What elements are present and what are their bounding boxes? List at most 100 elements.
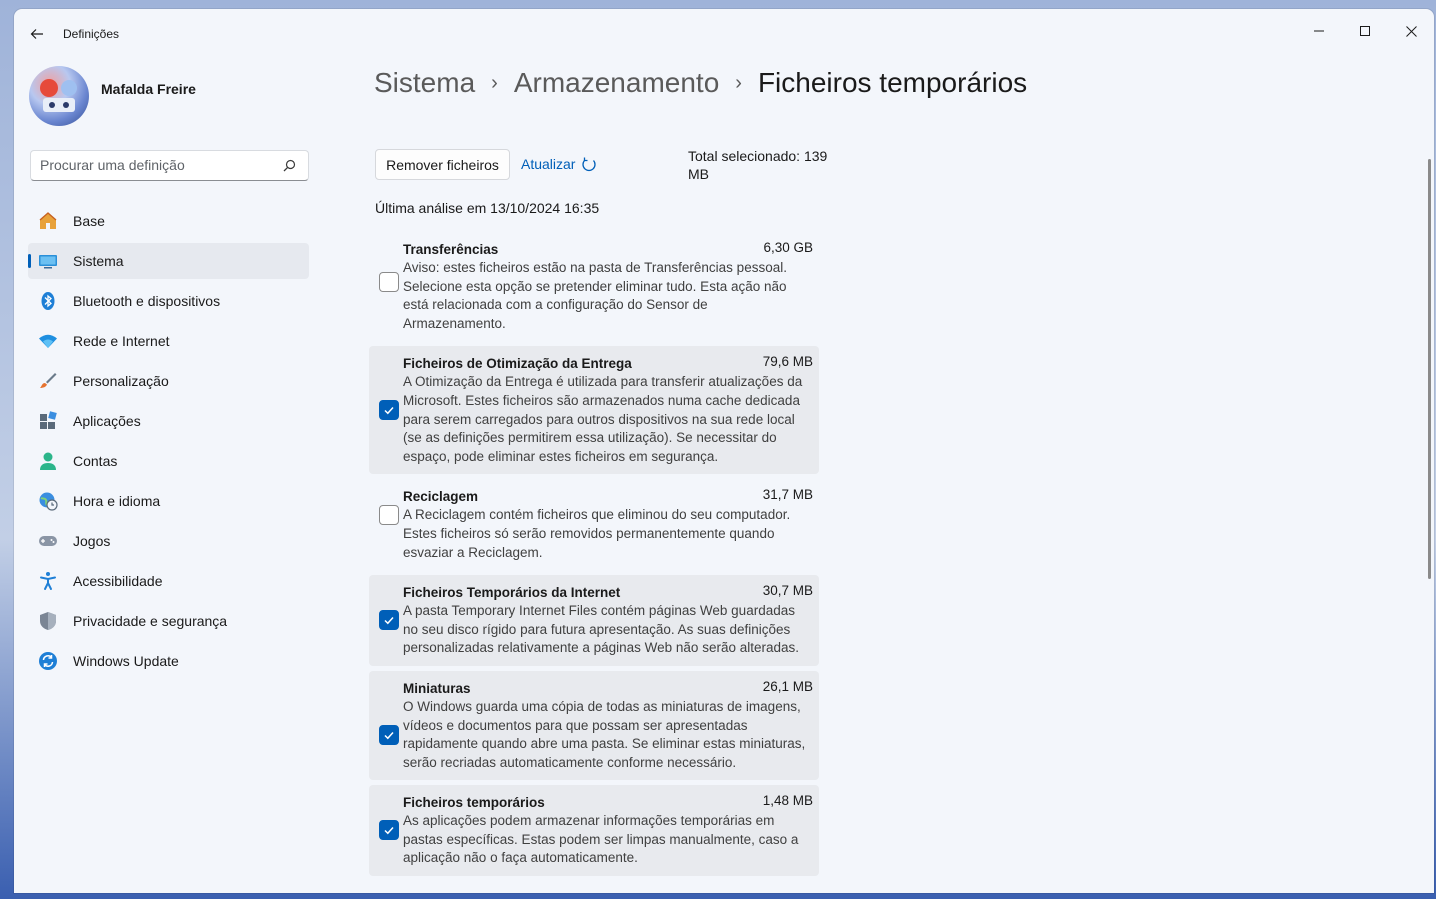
refresh-link[interactable]: Atualizar [521, 156, 597, 172]
sidebar-item-sistema[interactable]: Sistema [28, 243, 309, 279]
checkmark-icon [384, 827, 394, 835]
sidebar-item-label: Base [73, 213, 105, 229]
item-title: Reciclagem [403, 489, 479, 505]
sidebar-item-bluetooth[interactable]: Bluetooth e dispositivos [28, 283, 309, 319]
time-language-icon [38, 491, 58, 511]
item-title: Ficheiros Temporários da Internet [403, 585, 621, 601]
item-title: Transferências [403, 242, 499, 257]
sidebar-item-label: Acessibilidade [73, 573, 163, 589]
avatar-picture-icon [40, 79, 77, 112]
home-icon [38, 211, 58, 231]
scrollbar[interactable] [1428, 159, 1431, 579]
sidebar-item-acessibilidade[interactable]: Acessibilidade [28, 563, 309, 599]
item-description: As aplicações podem armazenar informaçõe… [403, 813, 799, 866]
minimize-button[interactable] [1296, 15, 1342, 47]
item-size: 6,30 GB [763, 240, 813, 255]
sidebar-item-personalizacao[interactable]: Personalização [28, 363, 309, 399]
sidebar-item-label: Privacidade e segurança [73, 613, 228, 629]
close-button[interactable] [1388, 15, 1434, 47]
active-indicator [28, 254, 31, 268]
item-size: 31,7 MB [762, 487, 813, 503]
checkmark-icon [384, 731, 394, 740]
brush-icon [38, 371, 58, 391]
total-selected: Total selecionado: 139 MB [688, 148, 828, 182]
wifi-icon [38, 331, 58, 351]
sidebar-nav: Base Sistema Bluetooth e dispositivos Re… [28, 203, 309, 683]
sidebar-item-label: Aplicações [73, 413, 141, 429]
minimize-icon [1314, 30, 1324, 32]
item-description: A pasta Temporary Internet Files contém … [403, 603, 799, 656]
accessibility-icon [38, 571, 58, 591]
gamepad-icon [38, 531, 58, 551]
breadcrumb-chevron-icon: › [735, 71, 742, 94]
sidebar-item-label: Hora e idioma [73, 493, 161, 509]
maximize-button[interactable] [1342, 15, 1388, 47]
temp-files-list: Transferências 6,30 GB Aviso: estes fich… [369, 232, 819, 881]
checkmark-icon [384, 407, 394, 415]
item-description: A Reciclagem contém ficheiros que elimin… [403, 507, 791, 560]
checkbox-miniaturas[interactable] [379, 724, 399, 745]
sidebar-item-hora[interactable]: Hora e idioma [28, 483, 309, 519]
sidebar-item-label: Bluetooth e dispositivos [73, 293, 221, 309]
checkbox-ficheiros-temporarios[interactable] [379, 820, 399, 841]
checkmark-icon [384, 617, 394, 625]
item-description: Aviso: estes ficheiros estão na pasta de… [403, 260, 787, 331]
checkbox-reciclagem[interactable] [379, 505, 399, 526]
refresh-label: Atualizar [521, 156, 576, 172]
sidebar-item-windows-update[interactable]: Windows Update [28, 643, 309, 679]
checkbox-temporarios-internet[interactable] [379, 610, 399, 631]
list-item-transferencias[interactable]: Transferências 6,30 GB Aviso: estes fich… [369, 232, 819, 341]
sidebar-item-rede[interactable]: Rede e Internet [28, 323, 309, 359]
last-scan-text: Última análise em 13/10/2024 16:35 [375, 200, 600, 216]
sidebar-item-base[interactable]: Base [28, 203, 309, 239]
item-size: 30,7 MB [762, 583, 813, 599]
system-icon [38, 251, 58, 271]
back-button[interactable] [26, 23, 48, 45]
account-icon [38, 451, 58, 471]
sidebar-item-aplicacoes[interactable]: Aplicações [28, 403, 309, 439]
sidebar-item-jogos[interactable]: Jogos [28, 523, 309, 559]
maximize-icon [1360, 26, 1370, 36]
list-item-temporarios-internet[interactable]: Ficheiros Temporários da Internet 30,7 M… [369, 575, 819, 666]
checkbox-transferencias[interactable] [379, 272, 399, 292]
sidebar-item-label: Contas [73, 453, 118, 469]
search-input[interactable] [40, 157, 280, 173]
breadcrumb-sistema[interactable]: Sistema [374, 67, 475, 99]
refresh-icon [582, 157, 597, 172]
sidebar-item-label: Jogos [73, 533, 111, 549]
breadcrumb: Sistema › Armazenamento › Ficheiros temp… [374, 67, 1027, 99]
app-title: Definições [63, 27, 120, 41]
sidebar-item-privacidade[interactable]: Privacidade e segurança [28, 603, 309, 639]
item-size: 79,6 MB [762, 354, 813, 370]
list-item-miniaturas[interactable]: Miniaturas 26,1 MB O Windows guarda uma … [369, 670, 819, 781]
item-description: A Otimização da Entrega é utilizada para… [403, 374, 803, 464]
sidebar-item-contas[interactable]: Contas [28, 443, 309, 479]
bluetooth-icon [38, 291, 58, 311]
apps-icon [38, 411, 58, 431]
checkbox-otimizacao-entrega[interactable] [379, 400, 399, 421]
shield-icon [38, 611, 58, 631]
search-icon[interactable] [283, 159, 296, 177]
item-description: O Windows guarda uma cópia de todas as m… [403, 698, 806, 770]
sidebar-item-label: Rede e Internet [73, 333, 170, 349]
page-title: Ficheiros temporários [757, 67, 1028, 98]
settings-window: Definições Mafalda Freire Procurar uma d… [14, 9, 1434, 893]
title-bar: Definições [14, 9, 1434, 57]
avatar[interactable] [29, 66, 89, 126]
sidebar-item-label: Personalização [73, 373, 169, 389]
list-item-ficheiros-temporarios[interactable]: Ficheiros temporários 1,48 MB As aplicaç… [369, 785, 819, 877]
breadcrumb-chevron-icon: › [491, 71, 498, 94]
search-box[interactable] [30, 150, 309, 181]
profile-name: Mafalda Freire [101, 81, 196, 97]
breadcrumb-armazenamento[interactable]: Armazenamento [514, 67, 719, 99]
update-icon [38, 651, 58, 671]
sidebar-item-label: Windows Update [73, 653, 179, 669]
back-arrow-icon [30, 29, 43, 39]
item-title: Ficheiros temporários [403, 795, 545, 811]
list-item-reciclagem[interactable]: Reciclagem 31,7 MB A Reciclagem contém f… [369, 479, 819, 570]
list-item-otimizacao-entrega[interactable]: Ficheiros de Otimização da Entrega 79,6 … [369, 346, 819, 475]
item-size: 26,1 MB [762, 678, 813, 694]
sidebar-item-label: Sistema [73, 253, 124, 269]
close-icon [1405, 25, 1417, 37]
remove-files-button[interactable]: Remover ficheiros [375, 149, 510, 180]
